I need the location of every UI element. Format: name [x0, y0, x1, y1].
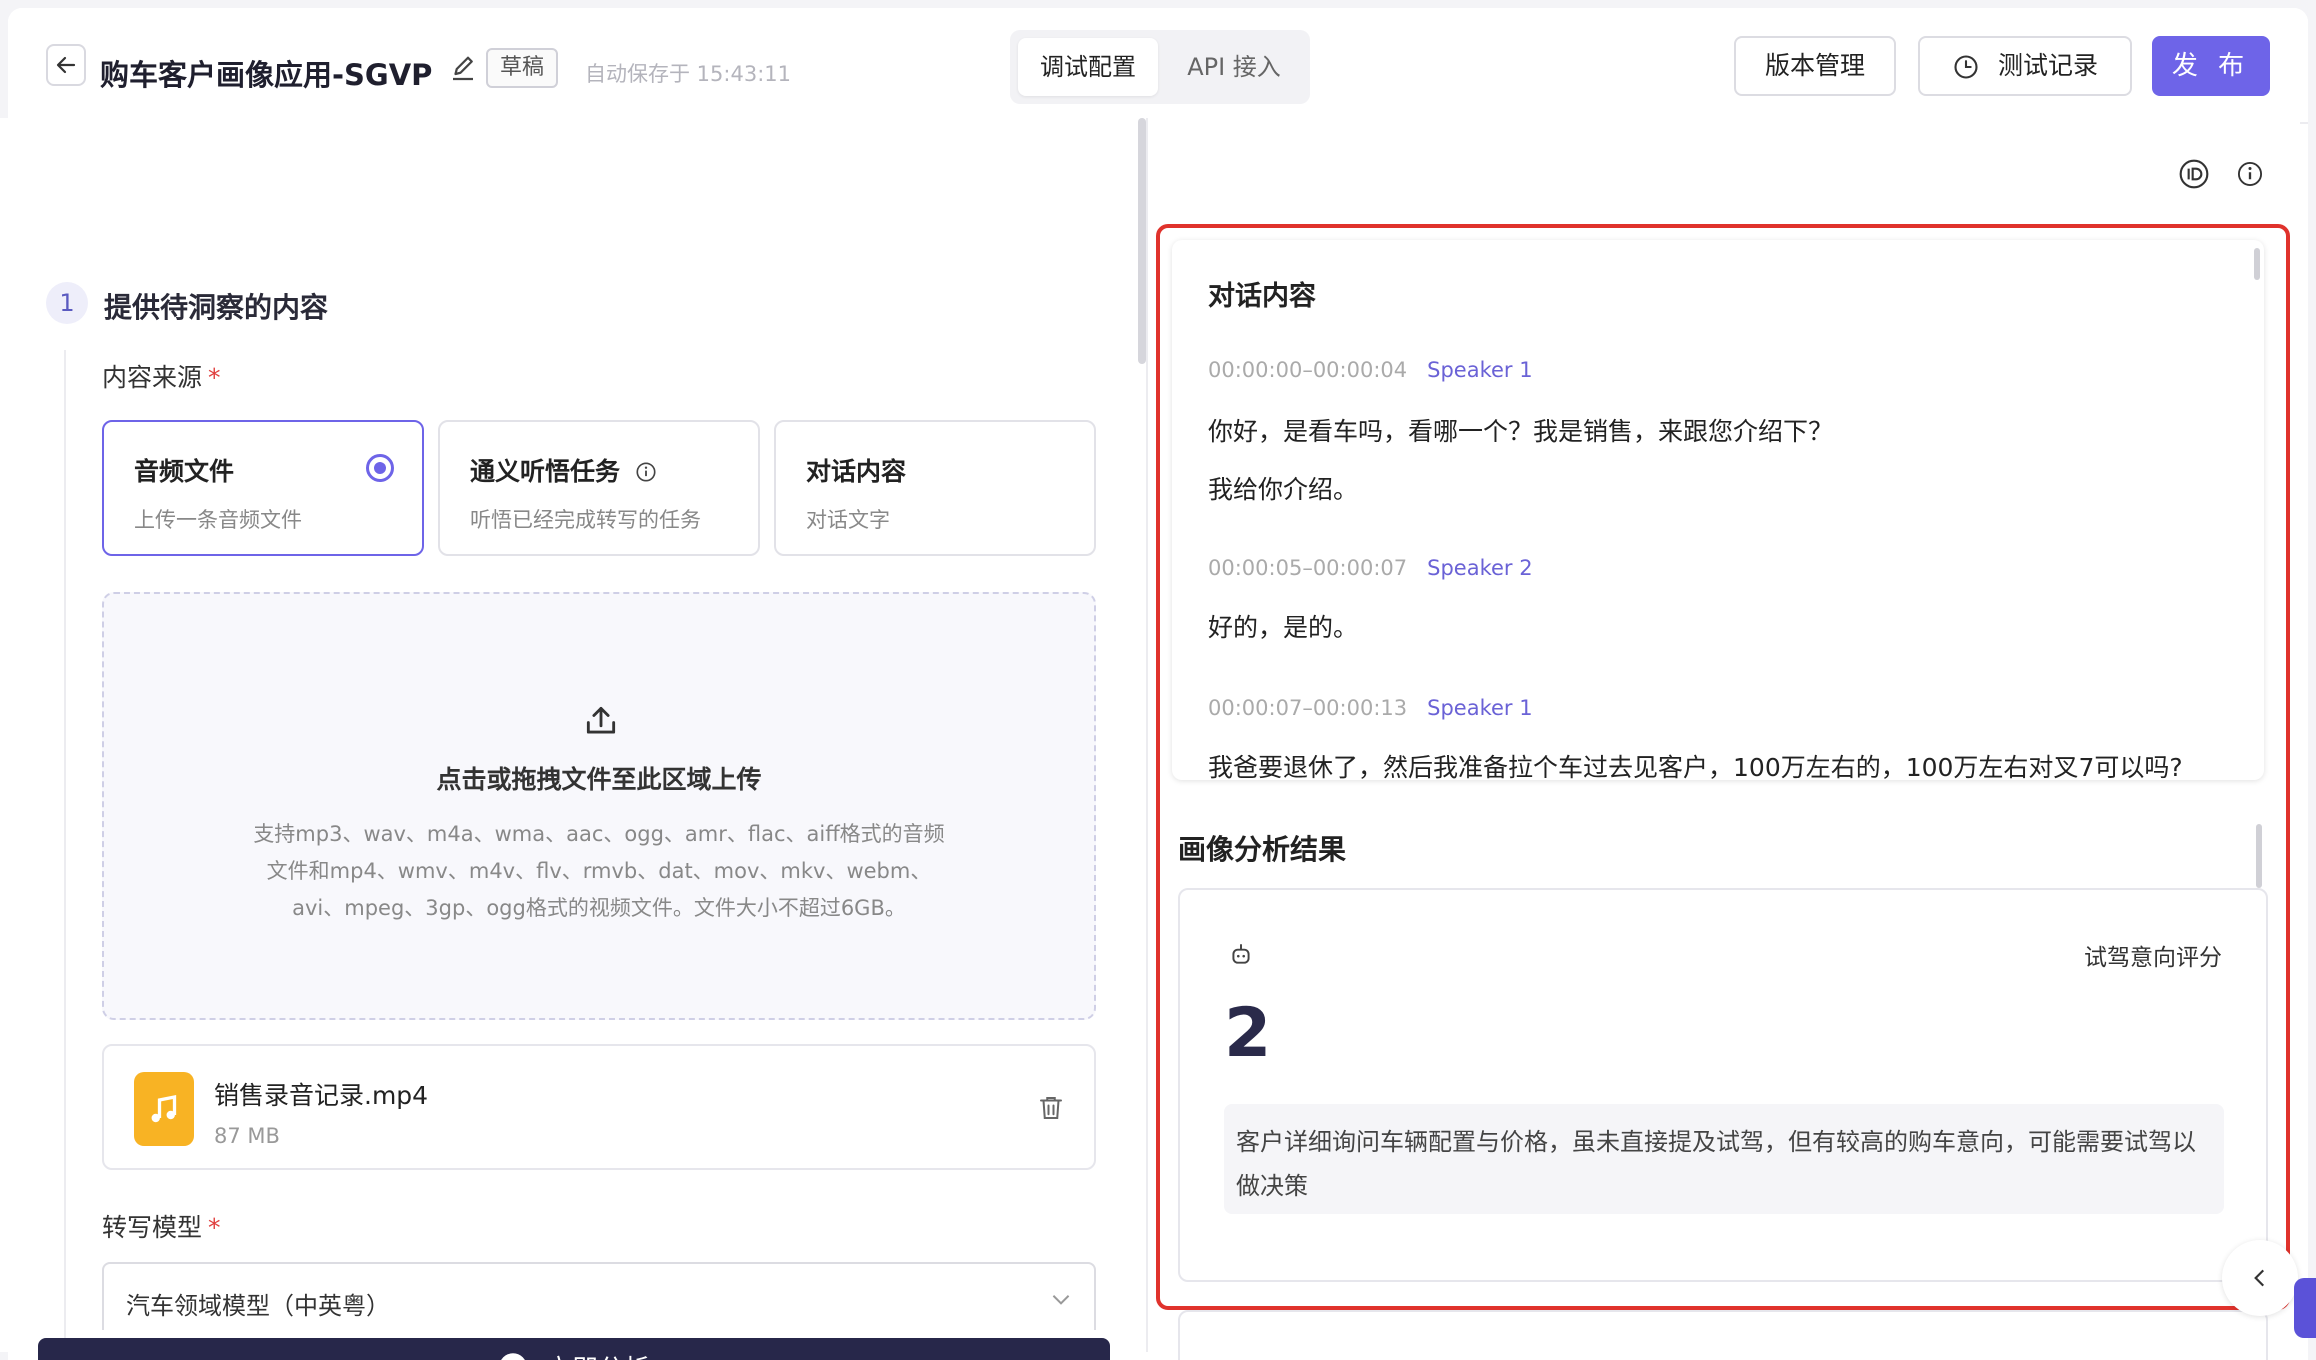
result-scrollbar[interactable]: [2256, 824, 2262, 888]
back-button[interactable]: [46, 44, 86, 86]
status-badge: 草稿: [486, 48, 559, 88]
utterance-text: 我爸要退休了，然后我准备拉个车过去见客户，100万左右的，100万左右对叉7可以…: [1208, 753, 2183, 780]
test-drive-score-card: 试驾意向评分 2 客户详细询问车辆配置与价格，虽未直接提及试驾，但有较高的购车意…: [1178, 888, 2268, 1282]
tab-api-access[interactable]: API 接入: [1166, 38, 1302, 96]
source-option-subtitle: 上传一条音频文件: [134, 508, 302, 532]
result-section-title: 画像分析结果: [1178, 833, 1347, 866]
utterance-meta: 00:00:07–00:00:13 Speaker 1: [1208, 696, 1533, 720]
analyze-now-button[interactable]: 立即分析: [38, 1338, 1110, 1360]
content-source-label: 内容来源 *: [102, 363, 221, 392]
music-file-icon: [134, 1072, 194, 1146]
utterance-text: 我给你介绍。: [1208, 475, 1359, 504]
trash-icon[interactable]: [1036, 1092, 1066, 1124]
id-icon[interactable]: [2178, 158, 2210, 190]
left-panel-scrollbar[interactable]: [1138, 118, 1146, 364]
step-number: 1: [46, 282, 88, 324]
source-option-subtitle: 听悟已经完成转写的任务: [470, 508, 701, 532]
mode-tabs: 调试配置 API 接入: [1010, 30, 1310, 104]
clock-icon: [1954, 55, 1978, 79]
score-label: 试驾意向评分: [2084, 945, 2222, 971]
transcription-model-select[interactable]: 汽车领域模型（中英粤）: [102, 1262, 1096, 1330]
utterance-meta: 00:00:00–00:00:04 Speaker 1: [1208, 358, 1533, 382]
utterance-text: 你好，是看车吗，看哪一个？我是销售，来跟您介绍下？: [1208, 417, 1834, 446]
score-description: 客户详细询问车辆配置与价格，虽未直接提及试驾，但有较高的购车意向，可能需要试驾以…: [1224, 1104, 2224, 1214]
page-title: 购车客户画像应用-SGVP: [100, 58, 433, 92]
utterance-meta: 00:00:05–00:00:07 Speaker 2: [1208, 556, 1533, 580]
autosave-status: 自动保存于 15:43:11: [585, 62, 791, 86]
play-icon: [501, 1353, 525, 1360]
source-option-subtitle: 对话文字: [806, 508, 890, 532]
dialog-title: 对话内容: [1208, 281, 1316, 312]
version-management-button[interactable]: 版本管理: [1734, 36, 1896, 96]
source-option-dialog-content[interactable]: 对话内容 对话文字: [774, 420, 1096, 556]
upload-icon: [586, 706, 616, 734]
publish-button[interactable]: 发 布: [2152, 36, 2270, 96]
test-record-button[interactable]: 测试记录: [1918, 36, 2132, 96]
file-upload-dropzone[interactable]: 点击或拖拽文件至此区域上传 支持mp3、wav、m4a、wma、aac、ogg、…: [102, 592, 1096, 1020]
file-size: 87 MB: [214, 1124, 280, 1148]
source-option-title: 对话内容: [806, 457, 907, 486]
side-drawer-tab[interactable]: [2294, 1278, 2316, 1338]
next-result-card: [1178, 1310, 2268, 1360]
robot-icon: [1232, 944, 1250, 964]
utterance-time: 00:00:05–00:00:07: [1208, 556, 1408, 580]
chevron-left-icon: [2254, 1269, 2265, 1287]
left-config-panel: 1 提供待洞察的内容 内容来源 * 音频文件 上传一条音频文件 通义听悟任务 听悟…: [0, 118, 1140, 1360]
collapse-panel-button[interactable]: [2222, 1240, 2298, 1316]
step-title: 提供待洞察的内容: [104, 291, 329, 324]
chevron-down-icon: [1052, 1295, 1070, 1305]
upload-description: 支持mp3、wav、m4a、wma、aac、ogg、amr、flac、aiff格…: [253, 822, 945, 920]
select-value: 汽车领域模型（中英粤）: [126, 1292, 390, 1320]
utterance-time: 00:00:07–00:00:13: [1208, 696, 1408, 720]
speaker-label: Speaker 1: [1427, 696, 1533, 720]
upload-title: 点击或拖拽文件至此区域上传: [436, 765, 762, 794]
source-option-title: 音频文件: [134, 457, 235, 486]
utterance-time: 00:00:00–00:00:04: [1208, 358, 1408, 382]
utterance-text: 好的，是的。: [1208, 613, 1359, 642]
source-option-title: 通义听悟任务: [470, 452, 657, 488]
dialog-content-card: 对话内容 00:00:00–00:00:04 Speaker 1 你好，是看车吗，…: [1172, 240, 2264, 780]
analyze-button-label: 立即分析: [546, 1349, 650, 1360]
info-icon[interactable]: [2236, 160, 2264, 188]
radio-selected[interactable]: [366, 454, 394, 482]
score-value: 2: [1224, 994, 1272, 1073]
speaker-label: Speaker 2: [1427, 556, 1533, 580]
source-option-tingwu-task[interactable]: 通义听悟任务 听悟已经完成转写的任务: [438, 420, 760, 556]
info-icon[interactable]: [635, 461, 657, 483]
dialog-scrollbar[interactable]: [2254, 248, 2260, 280]
uploaded-file-item: 销售录音记录.mp4 87 MB: [102, 1044, 1096, 1170]
test-record-label: 测试记录: [1997, 51, 2098, 80]
step-connector: [64, 350, 66, 1350]
transcription-model-label: 转写模型 *: [102, 1213, 221, 1242]
speaker-label: Speaker 1: [1427, 358, 1533, 382]
tab-debug-config[interactable]: 调试配置: [1018, 38, 1158, 96]
edit-pencil-icon[interactable]: [448, 54, 478, 84]
file-name: 销售录音记录.mp4: [214, 1081, 429, 1110]
source-option-audio[interactable]: 音频文件 上传一条音频文件: [102, 420, 424, 556]
top-header: 购车客户画像应用-SGVP 草稿 自动保存于 15:43:11 调试配置 API…: [8, 8, 2308, 124]
arrow-left-icon: [56, 56, 76, 74]
